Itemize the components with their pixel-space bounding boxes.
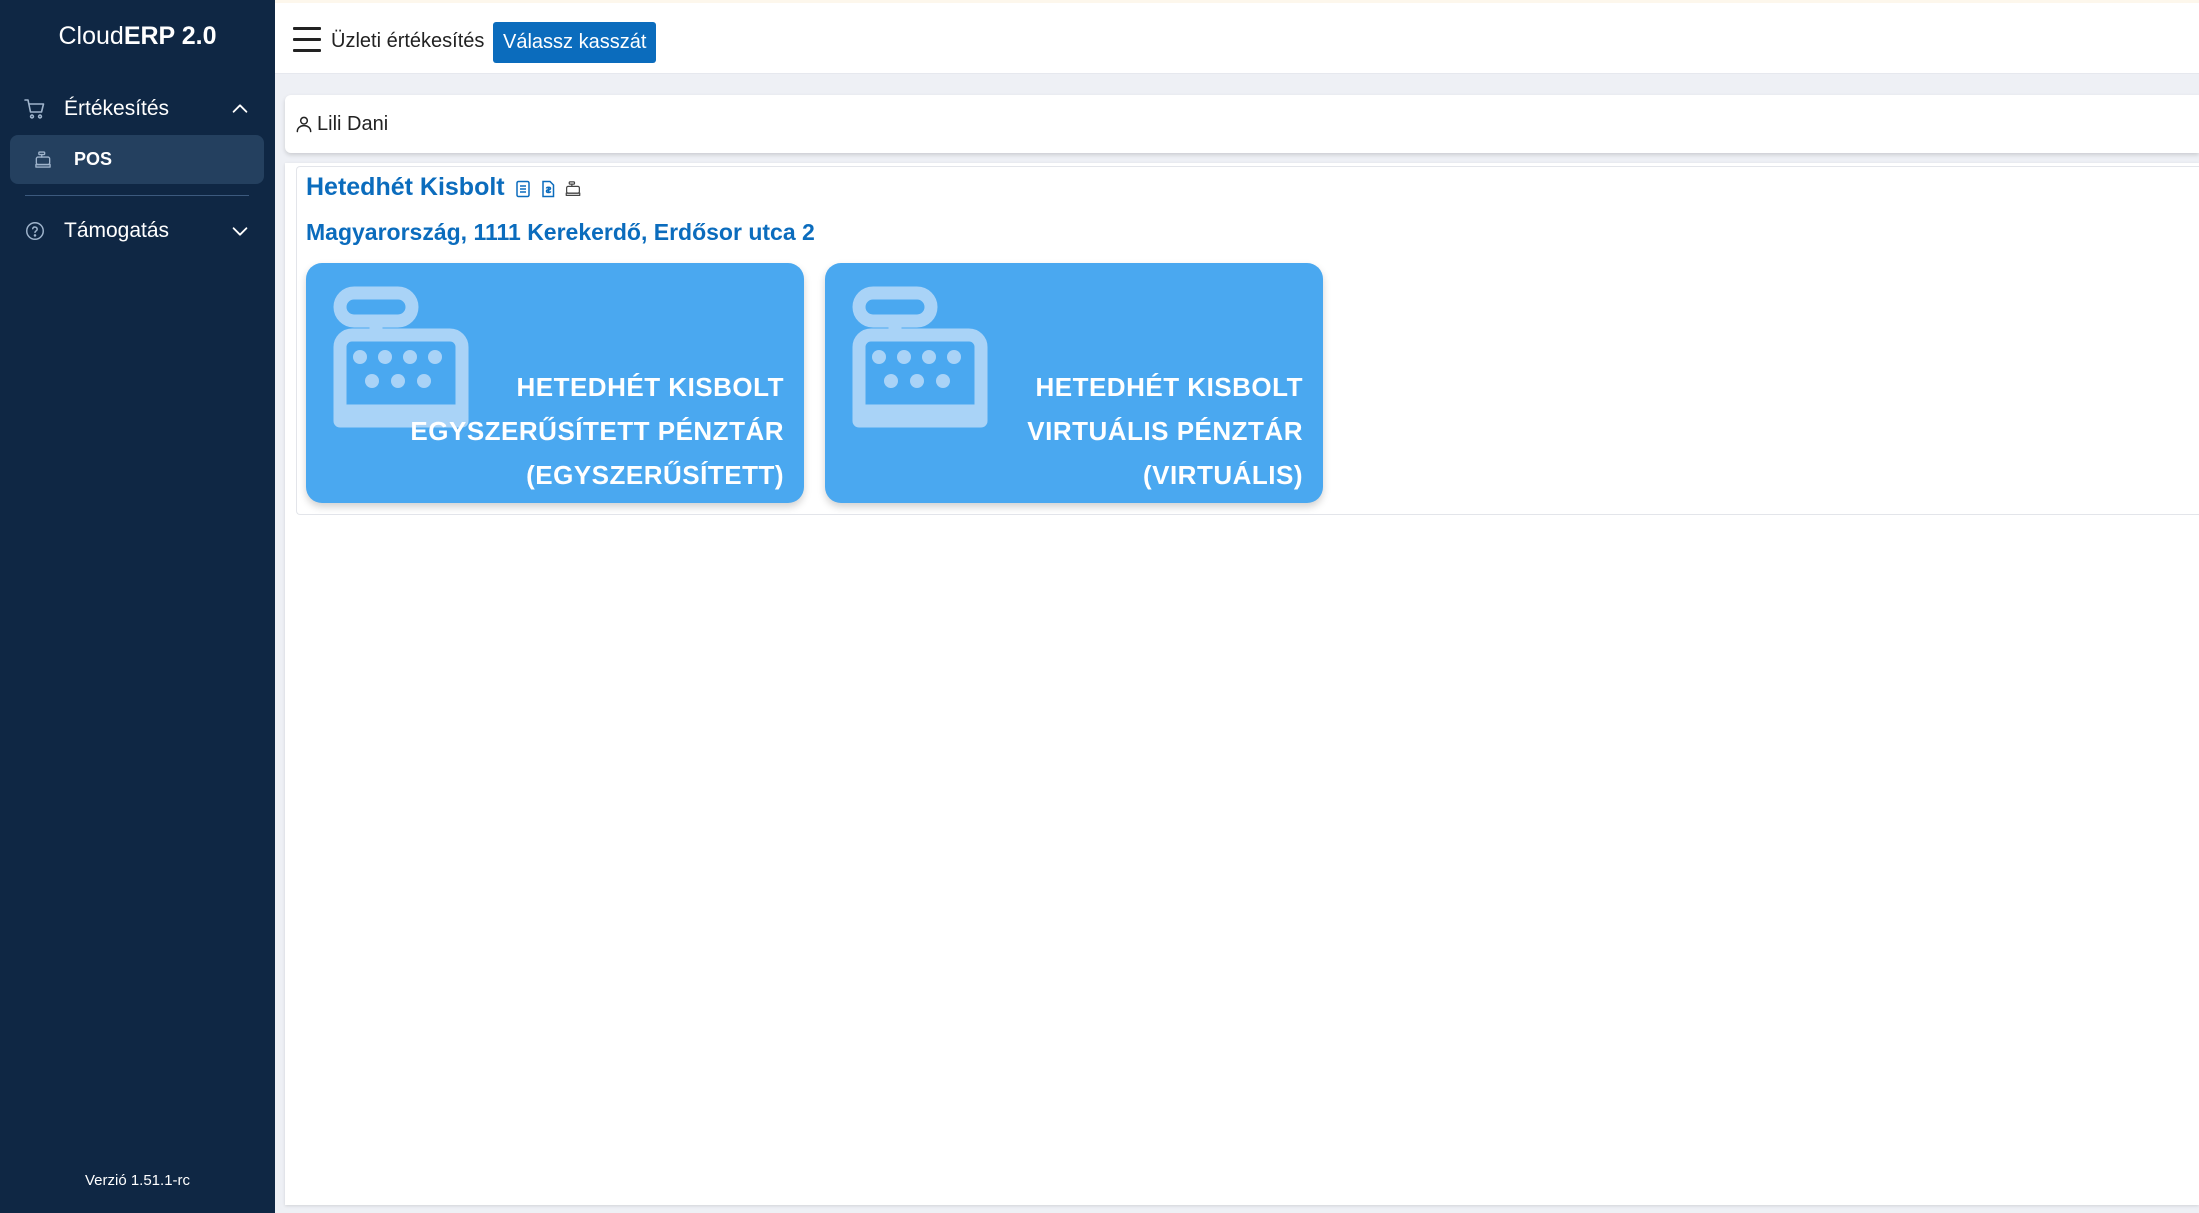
register-tile-simplified[interactable]: HETEDHÉT KISBOLT EGYSZERŰSÍTETT PÉNZTÁR …	[306, 263, 804, 503]
chevron-down-icon[interactable]	[228, 219, 252, 243]
cash-register-icon	[32, 149, 54, 171]
store-name: Hetedhét Kisbolt	[306, 173, 505, 201]
user-icon	[293, 113, 315, 135]
sidebar-item-pos[interactable]: POS	[10, 135, 264, 184]
hamburger-icon[interactable]	[293, 27, 323, 53]
sidebar-group-support[interactable]: Támogatás	[22, 211, 252, 251]
cart-icon	[22, 96, 48, 122]
top-bar: Üzleti értékesítés Válassz kasszát	[275, 0, 2199, 74]
sidebar-item-label: POS	[74, 149, 113, 169]
sidebar-group-sales[interactable]: Értékesítés	[22, 89, 252, 129]
help-circle-icon	[22, 218, 48, 244]
sidebar-group-label: Támogatás	[64, 219, 170, 242]
register-label: HETEDHÉT KISBOLT EGYSZERŰSÍTETT PÉNZTÁR …	[410, 372, 784, 490]
invoice-icon[interactable]	[537, 178, 559, 200]
user-name: Lili Dani	[317, 112, 389, 135]
register-label: HETEDHÉT KISBOLT VIRTUÁLIS PÉNZTÁR (VIRT…	[1027, 372, 1303, 490]
sidebar-group-label: Értékesítés	[64, 97, 170, 120]
app-brand: CloudERP 2.0	[58, 22, 217, 50]
store-address: Magyarország, 1111 Kerekerdő, Erdősor ut…	[306, 219, 815, 245]
store-actions	[512, 178, 584, 200]
chevron-up-icon[interactable]	[228, 97, 252, 121]
register-tile-virtual[interactable]: HETEDHÉT KISBOLT VIRTUÁLIS PÉNZTÁR (VIRT…	[825, 263, 1323, 503]
sidebar: CloudERP 2.0 Értékesítés POS Támogatás V…	[0, 0, 275, 1213]
page-title: Üzleti értékesítés	[331, 30, 485, 52]
sidebar-divider	[25, 195, 249, 196]
choose-register-button[interactable]: Válassz kasszát	[493, 22, 657, 63]
document-icon[interactable]	[512, 178, 534, 200]
user-bar: Lili Dani	[285, 95, 2199, 153]
app-version: Verzió 1.51.1-rc	[84, 1172, 191, 1189]
register-link-icon[interactable]	[562, 178, 584, 200]
